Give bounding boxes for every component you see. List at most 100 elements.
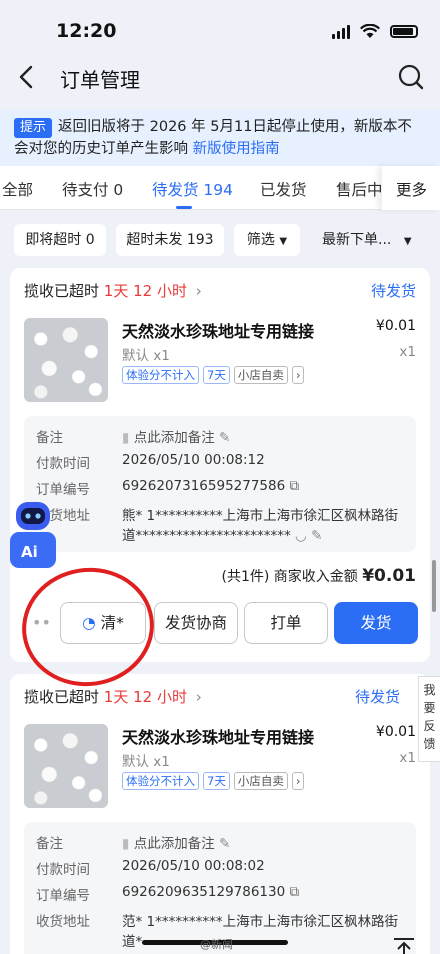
tab-shipped[interactable]: 已发货	[260, 178, 307, 200]
filter-soon-timeout[interactable]: 即将超时 0	[14, 224, 106, 256]
remark-add[interactable]: ▮ 点此添加备注 ✎	[122, 426, 230, 446]
timeout-header[interactable]: 揽收已超时 1天 12 小时 ›	[24, 280, 202, 301]
address-label: 收货地址	[36, 914, 90, 930]
address-line2: 道*********************** ◡ ✎	[122, 524, 322, 544]
chevron-right-icon[interactable]: ›	[291, 366, 305, 384]
product-spec: 默认 x1	[122, 754, 170, 770]
tag-self-sale: 小店自卖	[233, 366, 288, 384]
product-spec: 默认 x1	[122, 348, 170, 364]
caret-down-icon: ▼	[279, 236, 288, 247]
paytime-value: 2026/05/10 00:08:12	[122, 452, 265, 468]
product-title[interactable]: 天然淡水珍珠地址专用链接	[122, 318, 314, 342]
order-summary: (共1件) 商家收入金额 ¥0.01	[221, 566, 416, 586]
edit-icon[interactable]: ✎	[311, 528, 322, 544]
chevron-right-icon: ›	[195, 688, 202, 706]
orderno-value: 6926207316595277586 ⧉	[122, 478, 299, 494]
product-image[interactable]	[24, 724, 108, 808]
orderno-text: 6926209635129786130	[122, 884, 286, 900]
filter-label: 筛选	[246, 232, 275, 248]
timeout-prefix: 揽收已超时	[24, 282, 100, 300]
address-line1: 范* 1**********上海市上海市徐汇区枫林路街	[122, 914, 399, 930]
order-status: 待发货	[370, 282, 416, 300]
edit-icon: ✎	[219, 836, 231, 852]
product-qty: x1	[399, 344, 416, 360]
tag-7days: 7天	[203, 772, 230, 790]
timeout-prefix: 揽收已超时	[24, 688, 100, 706]
timeout-duration: 1天 12 小时	[103, 282, 187, 300]
eye-closed-icon[interactable]: ◡	[295, 528, 307, 544]
signal-icon	[332, 24, 350, 39]
address-line2: 道*	[122, 934, 143, 950]
product-tags: 体验分不计入 7天 小店自卖 ›	[122, 770, 308, 790]
chevron-right-icon: ›	[195, 282, 202, 300]
bookmark-icon: ▮	[122, 430, 130, 446]
chevron-right-icon[interactable]: ›	[291, 772, 305, 790]
print-button[interactable]: 打单	[244, 602, 328, 644]
search-icon[interactable]	[396, 62, 426, 92]
robot-icon: Ai	[10, 502, 56, 568]
address-text: 道***********************	[122, 528, 291, 544]
summary-prefix: (共1件) 商家收入金额	[221, 569, 358, 585]
tag-experience: 体验分不计入	[122, 772, 199, 790]
paytime-label: 付款时间	[36, 862, 90, 878]
order-info: 备注 ▮ 点此添加备注 ✎ 付款时间 2026/05/10 00:08:12 订…	[24, 416, 416, 552]
caret-down-icon: ▼	[403, 236, 412, 247]
guide-link[interactable]: 新版使用指南	[193, 141, 280, 157]
timeout-header[interactable]: 揽收已超时 1天 12 小时 ›	[24, 686, 202, 707]
order-tabs: 全部 待支付 0 待发货 194 已发货 售后中 更多	[0, 166, 440, 210]
remark-label: 备注	[36, 430, 63, 446]
edit-icon: ✎	[219, 430, 231, 446]
product-tags: 体验分不计入 7天 小店自卖 ›	[122, 364, 308, 384]
order-info: 备注 ▮ 点此添加备注 ✎ 付款时间 2026/05/10 00:08:02 订…	[24, 822, 416, 954]
orderno-label: 订单编号	[36, 888, 90, 904]
scrollbar[interactable]	[432, 560, 436, 612]
tab-after-sales[interactable]: 售后中	[336, 178, 383, 200]
tab-more[interactable]: 更多	[382, 166, 440, 210]
order-status: 待发货	[354, 688, 400, 706]
battery-icon	[390, 25, 418, 38]
tab-all[interactable]: 全部	[2, 178, 33, 200]
product-title[interactable]: 天然淡水珍珠地址专用链接	[122, 724, 314, 748]
tab-pending-shipment[interactable]: 待发货 194	[152, 178, 233, 200]
address-line1: 熊* 1**********上海市上海市徐汇区枫林路街	[122, 508, 399, 524]
tag-self-sale: 小店自卖	[233, 772, 288, 790]
back-to-top-icon[interactable]	[388, 936, 420, 954]
remark-label: 备注	[36, 836, 63, 852]
tab-pending-payment[interactable]: 待支付 0	[62, 178, 123, 200]
tab-active-indicator	[176, 206, 192, 209]
ship-button[interactable]: 发货	[334, 602, 418, 644]
watermark: @新闻	[200, 938, 233, 951]
tag-7days: 7天	[203, 366, 230, 384]
orderno-value: 6926209635129786130 ⧉	[122, 884, 299, 900]
summary-amount: ¥0.01	[362, 566, 416, 586]
negotiate-button[interactable]: 发货协商	[154, 602, 238, 644]
product-image[interactable]	[24, 318, 108, 402]
product-qty: x1	[399, 750, 416, 766]
copy-icon[interactable]: ⧉	[290, 884, 300, 900]
status-icons	[332, 24, 418, 39]
feedback-tab[interactable]: 我要反馈	[418, 676, 440, 762]
page-title: 订单管理	[60, 68, 140, 92]
filter-button[interactable]: 筛选 ▼	[234, 224, 300, 256]
order-card: 揽收已超时 1天 12 小时 › 待发货 天然淡水珍珠地址专用链接 ¥0.01 …	[10, 674, 430, 954]
orderno-text: 6926207316595277586	[122, 478, 286, 494]
copy-icon[interactable]: ⧉	[290, 478, 300, 494]
paytime-value: 2026/05/10 00:08:02	[122, 858, 265, 874]
tag-experience: 体验分不计入	[122, 366, 199, 384]
timeout-duration: 1天 12 小时	[103, 688, 187, 706]
ai-assistant-icon[interactable]: Ai	[8, 500, 58, 570]
wifi-icon	[360, 24, 380, 38]
product-price: ¥0.01	[375, 724, 416, 740]
bookmark-icon: ▮	[122, 836, 130, 852]
remark-value: 点此添加备注	[133, 836, 215, 852]
product-price: ¥0.01	[375, 318, 416, 334]
svg-text:Ai: Ai	[21, 543, 38, 561]
remark-value: 点此添加备注	[133, 430, 215, 446]
back-icon[interactable]	[12, 62, 42, 92]
filter-timeout-unshipped[interactable]: 超时未发 193	[116, 224, 224, 256]
paytime-label: 付款时间	[36, 456, 90, 472]
notice-tag: 提示	[14, 118, 53, 138]
remark-add[interactable]: ▮ 点此添加备注 ✎	[122, 832, 230, 852]
sort-select[interactable]: 最新下单... ▼	[322, 224, 412, 258]
orderno-label: 订单编号	[36, 482, 90, 498]
